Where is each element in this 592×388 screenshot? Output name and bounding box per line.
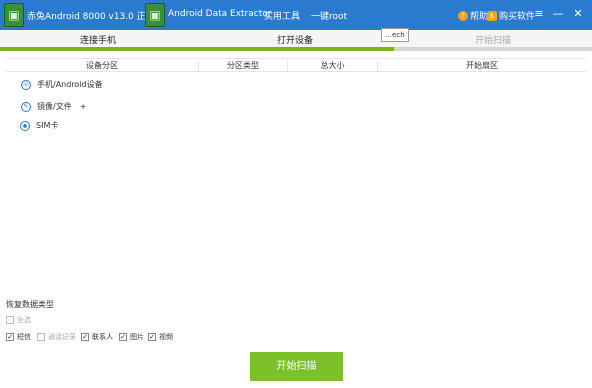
help-icon: ?: [458, 10, 468, 21]
checkbox-videos[interactable]: ✓ 视频: [148, 332, 173, 342]
app-logo-icon: ▣: [4, 3, 24, 27]
cart-icon: $: [487, 10, 497, 21]
checkbox-checked-icon: ✓: [6, 333, 14, 341]
checkbox-sms[interactable]: ✓ 短信: [6, 332, 31, 342]
image-file-icon: ✎: [21, 101, 31, 112]
step-scan: 开始扫描: [475, 36, 512, 46]
tree-item-image-file[interactable]: ✎ 镜像/文件 +: [21, 101, 86, 112]
partition-table-header: 设备分区 分区类型 总大小 开始扇区: [6, 58, 586, 72]
checkbox-pictures[interactable]: ✓ 图片: [119, 332, 144, 342]
add-image-button[interactable]: +: [80, 102, 87, 111]
column-start-sector[interactable]: 开始扇区: [377, 60, 586, 71]
step-progress-track: [0, 47, 592, 51]
checkbox-label: 通话记录: [48, 333, 76, 341]
checkbox-label: 视频: [159, 333, 173, 341]
recover-types-title: 恢复数据类型: [6, 300, 54, 309]
checkbox-call-log[interactable]: 通话记录: [37, 332, 76, 342]
tree-item-sim[interactable]: SIM卡: [20, 120, 58, 131]
step-open-device: 打开设备: [277, 36, 314, 46]
tree-item-label: 镜像/文件: [37, 102, 72, 111]
checkbox-checked-icon: ✓: [148, 333, 156, 341]
checkbox-contacts[interactable]: ✓ 联系人: [81, 332, 113, 342]
extractor-menu[interactable]: Android Data Extractor: [168, 9, 271, 19]
step-connect: 连接手机: [80, 36, 117, 46]
root-menu[interactable]: 一键root: [311, 9, 347, 22]
checkbox-checked-icon: ✓: [81, 333, 89, 341]
tree-item-phone[interactable]: ☏ 手机/Android设备: [21, 79, 103, 90]
tooltip: ...ech: [381, 28, 409, 42]
start-scan-button[interactable]: 开始扫描: [250, 352, 343, 381]
tree-item-label: SIM卡: [36, 121, 59, 130]
menu-icon[interactable]: ≡: [531, 6, 547, 22]
checkbox-checked-icon: ✓: [119, 333, 127, 341]
app-title: 赤兔Android 8000 v13.0 正式版: [27, 12, 164, 22]
minimize-icon[interactable]: —: [550, 6, 566, 22]
tree-item-label: 手机/Android设备: [37, 80, 103, 89]
select-all-label: 全选: [17, 316, 31, 324]
checkbox-icon: [37, 333, 45, 341]
tools-menu[interactable]: 实用工具: [264, 9, 300, 22]
checkbox-icon: [6, 316, 14, 324]
column-type[interactable]: 分区类型: [198, 60, 287, 71]
close-icon[interactable]: ✕: [570, 6, 586, 22]
buy-label: 购买软件: [499, 12, 536, 22]
title-bar: ▣ 赤兔Android 8000 v13.0 正式版 ▣ Android Dat…: [0, 0, 592, 30]
checkbox-label: 短信: [17, 333, 31, 341]
step-progress-fill: [0, 47, 394, 51]
sim-icon: [20, 120, 30, 131]
help-label: 帮助: [470, 12, 489, 22]
checkbox-label: 图片: [130, 333, 144, 341]
select-all-checkbox[interactable]: 全选: [6, 315, 31, 325]
column-partition[interactable]: 设备分区: [6, 60, 198, 71]
help-button[interactable]: ? 帮助: [458, 9, 488, 22]
buy-button[interactable]: $ 购买软件: [487, 9, 535, 22]
phone-icon: ☏: [21, 79, 31, 90]
extractor-logo-icon[interactable]: ▣: [145, 3, 165, 27]
column-size[interactable]: 总大小: [287, 60, 377, 71]
checkbox-label: 联系人: [92, 333, 113, 341]
